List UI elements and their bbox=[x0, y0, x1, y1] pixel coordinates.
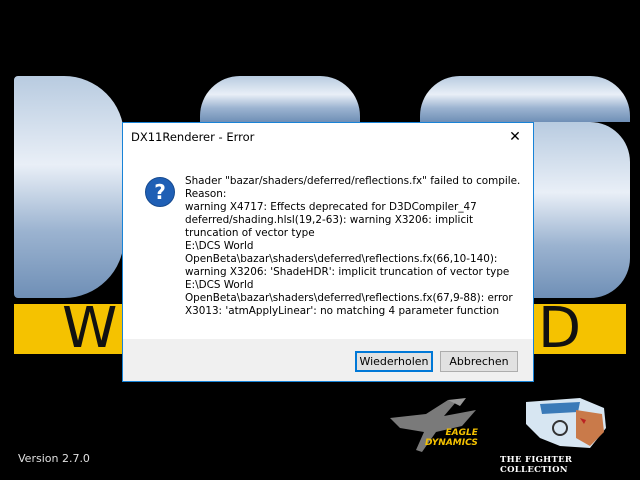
logo-letter-s bbox=[420, 76, 630, 122]
close-icon[interactable]: ✕ bbox=[497, 123, 533, 151]
logo-letter-c bbox=[200, 76, 360, 122]
logo-letter-s-lower bbox=[534, 122, 630, 298]
logo-letter-d bbox=[14, 76, 124, 298]
fighter-collection-logo bbox=[526, 398, 606, 448]
dialog-content: ? Shader "bazar/shaders/deferred/reflect… bbox=[123, 151, 533, 339]
question-icon: ? bbox=[145, 177, 175, 207]
fighter-collection-text: THE FIGHTER COLLECTION bbox=[500, 455, 573, 475]
band-letter-w: W bbox=[62, 296, 118, 361]
error-message: Shader "bazar/shaders/deferred/reflectio… bbox=[185, 175, 521, 317]
error-dialog: DX11Renderer - Error ✕ ? Shader "bazar/s… bbox=[122, 122, 534, 382]
version-label: Version 2.7.0 bbox=[18, 452, 90, 465]
dialog-title: DX11Renderer - Error bbox=[131, 130, 255, 144]
dialog-footer: Wiederholen Abbrechen bbox=[123, 339, 533, 381]
band-letter-d: D bbox=[538, 296, 582, 361]
dialog-titlebar[interactable]: DX11Renderer - Error ✕ bbox=[123, 123, 533, 151]
eagle-dynamics-text: EAGLE DYNAMICS bbox=[425, 428, 478, 448]
cancel-button[interactable]: Abbrechen bbox=[440, 351, 518, 372]
retry-button[interactable]: Wiederholen bbox=[355, 351, 433, 372]
